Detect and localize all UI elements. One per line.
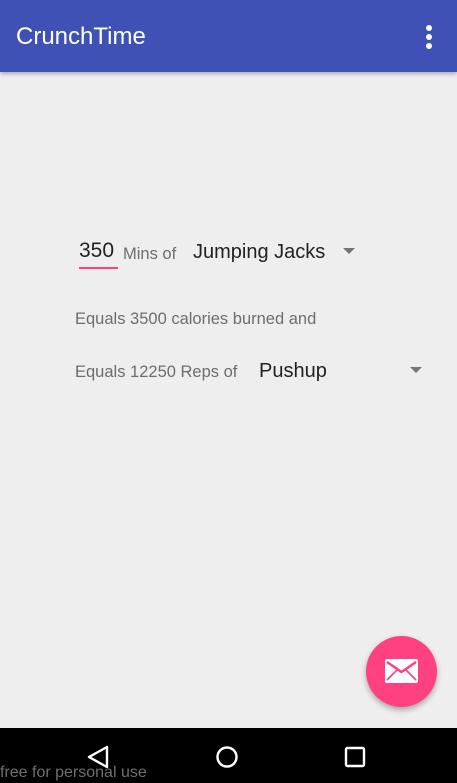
email-fab-button[interactable]: [366, 636, 437, 707]
reps-text: Equals 12250 Reps of: [75, 363, 238, 381]
minutes-input[interactable]: 350: [79, 238, 119, 269]
more-vert-icon: [426, 25, 432, 49]
exercise-spinner[interactable]: Jumping Jacks: [193, 240, 363, 266]
app-bar: CrunchTime: [0, 0, 457, 72]
app-screen: CrunchTime 350 Mins of Jumping Jacks Equ…: [0, 0, 457, 783]
dropdown-arrow-icon: [343, 248, 355, 254]
overflow-menu-button[interactable]: [412, 20, 446, 54]
minutes-input-underline: [79, 267, 118, 269]
dropdown-arrow-icon: [410, 367, 422, 373]
recent-apps-button[interactable]: [340, 742, 370, 772]
home-icon: [216, 746, 238, 768]
recent-apps-icon: [344, 746, 366, 768]
home-button[interactable]: [212, 742, 242, 772]
calories-text: Equals 3500 calories burned and: [75, 310, 317, 328]
minutes-label: Mins of: [123, 245, 177, 263]
email-icon: [385, 659, 418, 683]
minutes-value[interactable]: 350: [79, 238, 114, 264]
watermark-text: free for personal use: [0, 764, 147, 781]
exercise-selected: Jumping Jacks: [193, 241, 326, 263]
target-exercise-selected: Pushup: [259, 360, 327, 382]
target-exercise-spinner[interactable]: Pushup: [259, 359, 429, 385]
app-title: CrunchTime: [16, 23, 146, 50]
